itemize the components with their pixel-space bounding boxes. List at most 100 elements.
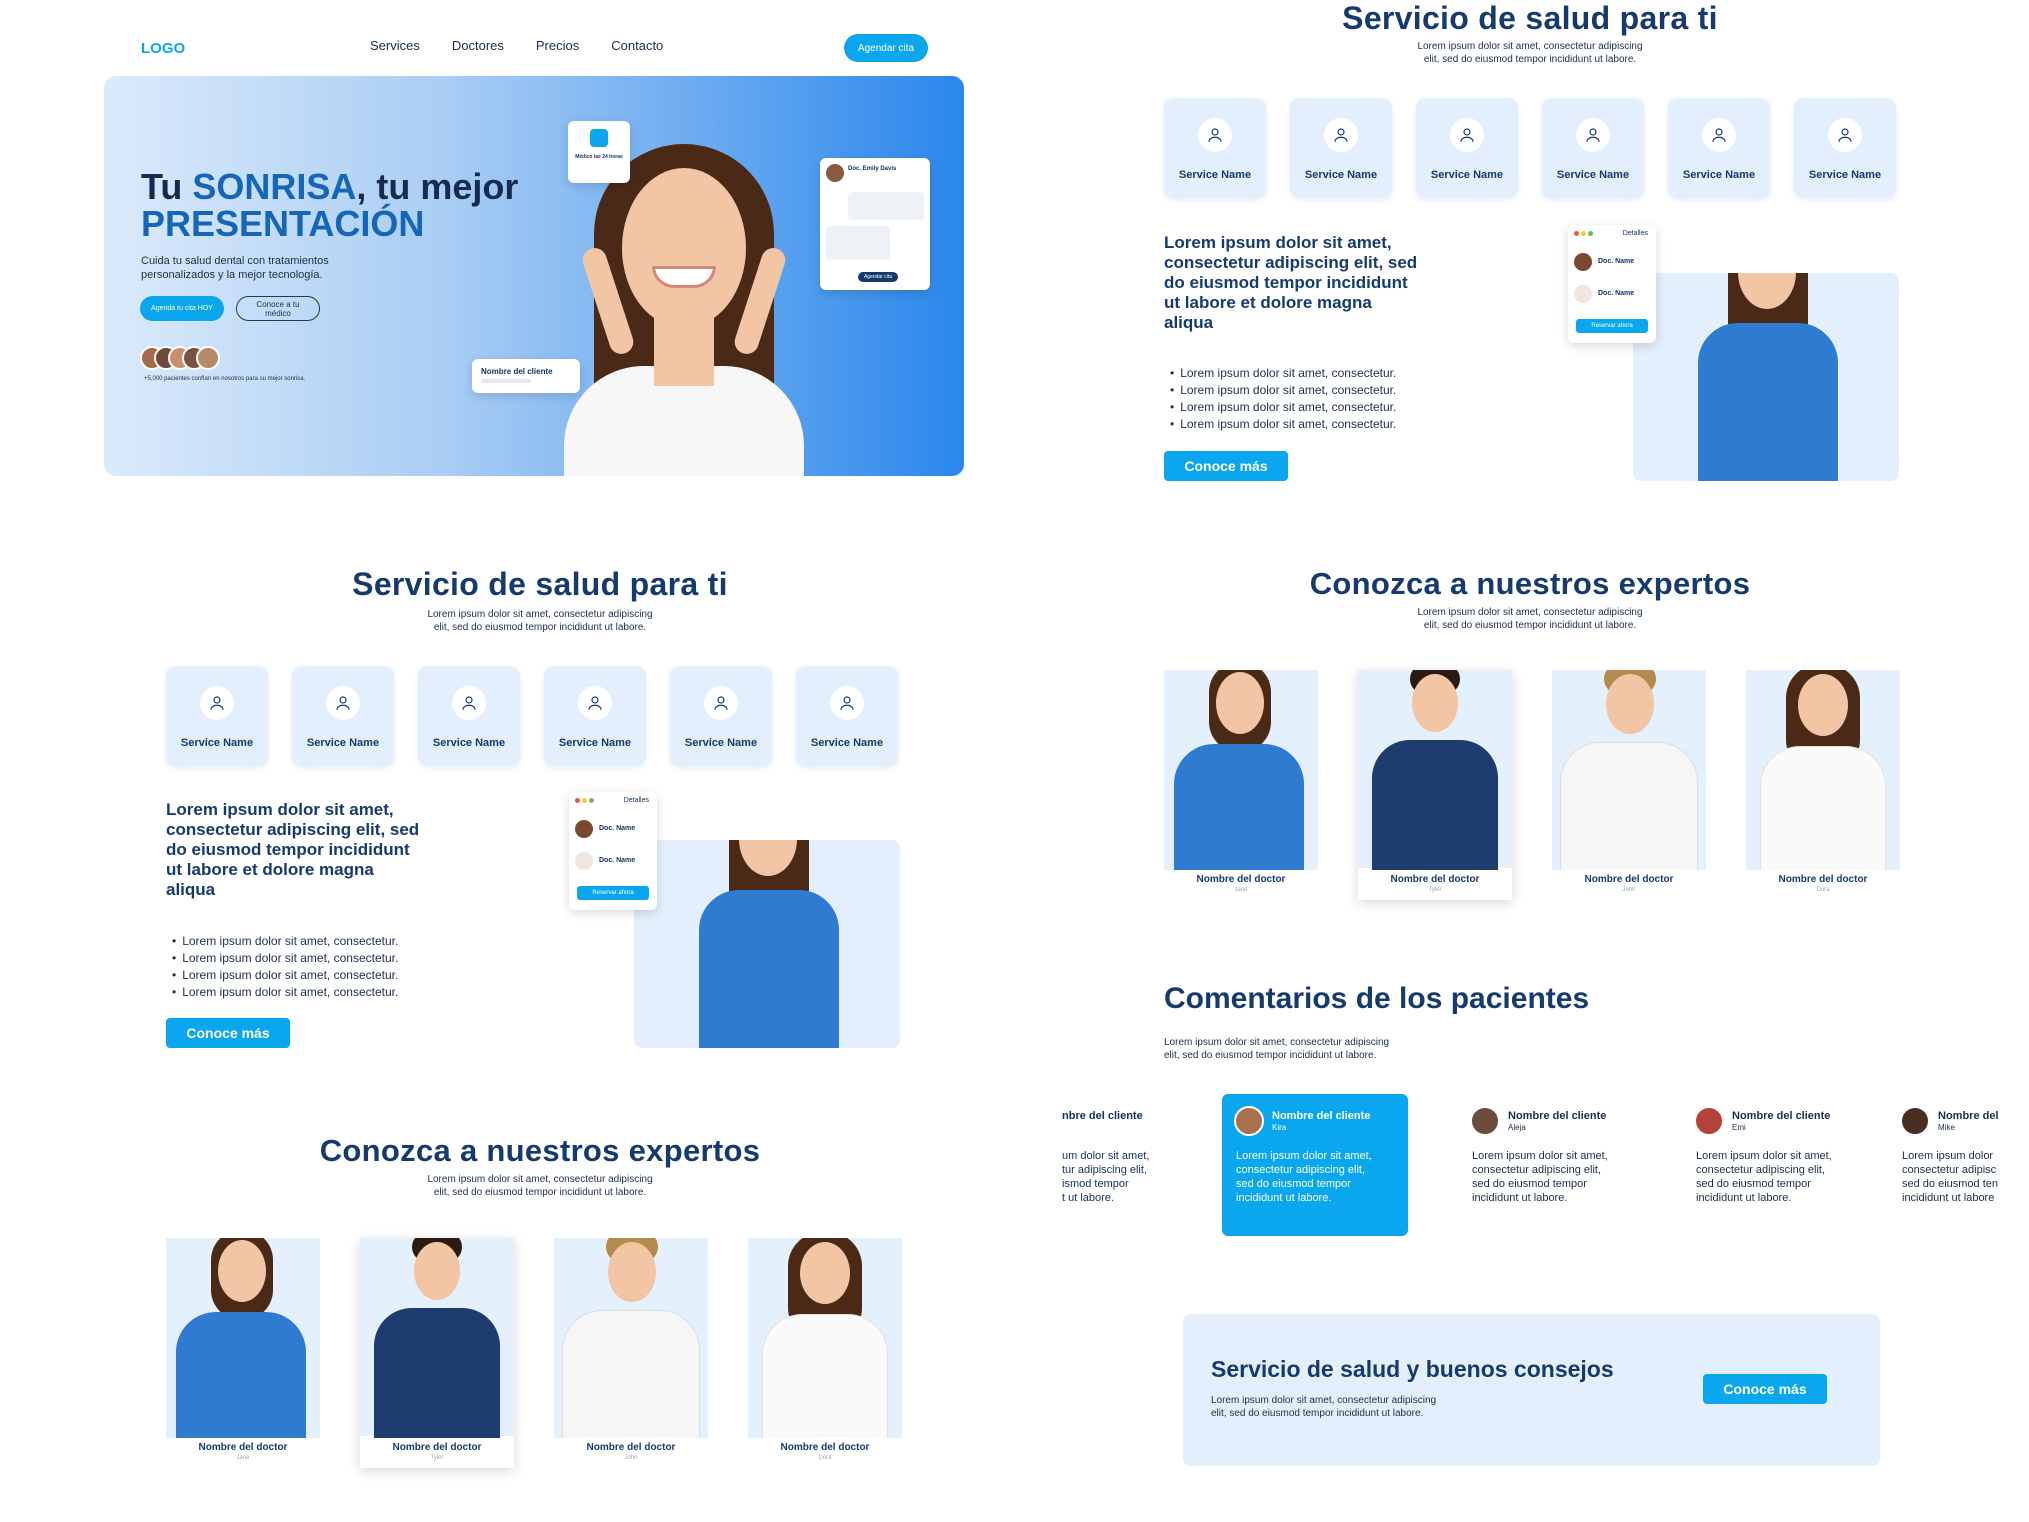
avatar bbox=[1574, 285, 1592, 303]
service-card[interactable]: Service Name bbox=[166, 666, 268, 766]
feature-bullets-left: Lorem ipsum dolor sit amet, consectetur.… bbox=[172, 933, 398, 1001]
hero-avatar-stack bbox=[140, 346, 220, 372]
chat-bubble bbox=[848, 192, 924, 220]
hero-chat-card: Doc. Emily Davis Agendar cita bbox=[820, 158, 930, 290]
service-card[interactable]: Service Name bbox=[1668, 98, 1770, 198]
cta-subtitle: Lorem ipsum dolor sit amet, consectetur … bbox=[1211, 1395, 1437, 1419]
doctor-card[interactable] bbox=[554, 1238, 708, 1438]
service-card[interactable]: Service Name bbox=[418, 666, 520, 766]
doctor-name: Doc. Name bbox=[1598, 258, 1635, 265]
user-icon bbox=[1208, 128, 1222, 142]
doctor-name: Nombre del doctor bbox=[392, 1442, 482, 1453]
experts-subtitle-left: Lorem ipsum dolor sit amet, consectetur … bbox=[427, 1174, 653, 1198]
doctor-card[interactable] bbox=[1552, 670, 1706, 870]
service-card[interactable]: Service Name bbox=[1542, 98, 1644, 198]
comment-card[interactable]: Nombre del c Mike Lorem ipsum dolorconse… bbox=[1888, 1094, 2000, 1239]
nav-link-contacto[interactable]: Contacto bbox=[611, 38, 663, 53]
chat-doctor-name: Doc. Emily Davis bbox=[848, 166, 897, 172]
hero-description: Cuida tu salud dental con tratamientos pe… bbox=[141, 255, 329, 281]
doctor-name: Nombre del doctor bbox=[1196, 874, 1286, 885]
feature-bullets-right: Lorem ipsum dolor sit amet, consectetur.… bbox=[1170, 365, 1396, 433]
doctor-name: Doc. Name bbox=[1598, 290, 1635, 297]
doctor-name: Nombre del doctor bbox=[1390, 874, 1480, 885]
chat-book-button[interactable]: Agendar cita bbox=[858, 272, 898, 282]
doctor-card[interactable] bbox=[1164, 670, 1318, 870]
doctor-subtitle: John bbox=[624, 1455, 638, 1461]
doctor-subtitle: Tyler bbox=[430, 1455, 444, 1461]
user-icon bbox=[210, 696, 224, 710]
service-card[interactable]: Service Name bbox=[796, 666, 898, 766]
service-card[interactable]: Service Name bbox=[1164, 98, 1266, 198]
experts-subtitle-right: Lorem ipsum dolor sit amet, consectetur … bbox=[1417, 607, 1643, 631]
doctor-card[interactable] bbox=[1358, 670, 1512, 900]
feature-more-button-left[interactable]: Conoce más bbox=[166, 1018, 290, 1048]
feature-more-button-right[interactable]: Conoce más bbox=[1164, 451, 1288, 481]
doctor-subtitle: Jane bbox=[236, 1455, 250, 1461]
user-icon bbox=[714, 696, 728, 710]
comment-card[interactable]: Nombre del cliente Emi Lorem ipsum dolor… bbox=[1682, 1094, 1872, 1239]
cta-banner: Servicio de salud y buenos consejos Lore… bbox=[1183, 1314, 1880, 1466]
hero-woman-photo bbox=[504, 116, 864, 476]
services-title-right: Servicio de salud para ti bbox=[1342, 0, 1718, 36]
doctor-card[interactable] bbox=[166, 1238, 320, 1438]
doctor-subtitle: Dora bbox=[818, 1455, 832, 1461]
user-icon bbox=[336, 696, 350, 710]
details-card-left: Detalles Doc. Name Doc. Name Reservar ah… bbox=[569, 792, 657, 910]
details-label: Detalles bbox=[1622, 230, 1648, 237]
doctor-name: Nombre del doctor bbox=[198, 1442, 288, 1453]
nav-link-services[interactable]: Services bbox=[370, 38, 420, 53]
hero-client-card: Nombre del cliente bbox=[472, 359, 580, 393]
comments-carousel: nbre del cliente um dolor sit amet, tur a… bbox=[1062, 1094, 2000, 1244]
experts-row-right: Nombre del doctor Jane Nombre del doctor… bbox=[1164, 670, 1904, 910]
avatar bbox=[1470, 1106, 1500, 1136]
avatar bbox=[575, 852, 593, 870]
doctor-name: Doc. Name bbox=[599, 825, 636, 832]
services-grid-right: Service Name Service Name Service Name S… bbox=[1164, 98, 1904, 198]
user-icon bbox=[1334, 128, 1348, 142]
comment-card[interactable]: nbre del cliente um dolor sit amet, tur a… bbox=[1062, 1094, 1216, 1239]
doctor-card[interactable] bbox=[360, 1238, 514, 1468]
comments-title: Comentarios de los pacientes bbox=[1164, 982, 1590, 1015]
service-card[interactable]: Service Name bbox=[1416, 98, 1518, 198]
client-card-label: Nombre del cliente bbox=[481, 367, 553, 376]
service-card[interactable]: Service Name bbox=[292, 666, 394, 766]
avatar bbox=[1574, 253, 1592, 271]
nav-link-precios[interactable]: Precios bbox=[536, 38, 579, 53]
user-icon bbox=[1712, 128, 1726, 142]
avatar bbox=[575, 820, 593, 838]
avatar bbox=[826, 164, 844, 182]
service-card[interactable]: Service Name bbox=[1794, 98, 1896, 198]
comment-card-active[interactable]: Nombre del cliente Kira Lorem ipsum dolo… bbox=[1222, 1094, 1408, 1236]
doctor-name: Nombre del doctor bbox=[1778, 874, 1868, 885]
experts-title-right: Conozca a nuestros expertos bbox=[1309, 566, 1751, 601]
hero-24h-card: Médico las 24 horas bbox=[568, 121, 630, 183]
avatar bbox=[1234, 1106, 1264, 1136]
doctor-subtitle: Dora bbox=[1816, 887, 1830, 893]
doctor-subtitle: Jane bbox=[1234, 887, 1248, 893]
reserve-button[interactable]: Reservar ahora bbox=[1576, 319, 1648, 333]
user-icon bbox=[1460, 128, 1474, 142]
service-card[interactable]: Service Name bbox=[1290, 98, 1392, 198]
comment-card[interactable]: Nombre del cliente Aleja Lorem ipsum dol… bbox=[1458, 1094, 1648, 1239]
hero-book-button[interactable]: Agenda tu cita HOY bbox=[140, 296, 224, 321]
avatar bbox=[1900, 1106, 1930, 1136]
details-label: Detalles bbox=[623, 797, 649, 804]
details-card-right: Detalles Doc. Name Doc. Name Reservar ah… bbox=[1568, 225, 1656, 343]
nav-logo[interactable]: LOGO bbox=[141, 40, 185, 57]
nav-link-doctores[interactable]: Doctores bbox=[452, 38, 504, 53]
avatar bbox=[196, 346, 220, 370]
service-card[interactable]: Service Name bbox=[544, 666, 646, 766]
cta-more-button[interactable]: Conoce más bbox=[1703, 1374, 1827, 1404]
doctor-card[interactable] bbox=[1746, 670, 1900, 870]
user-icon bbox=[1838, 128, 1852, 142]
feature-photo-bg-right bbox=[1633, 273, 1899, 481]
doctor-card[interactable] bbox=[748, 1238, 902, 1438]
services-title-left: Servicio de salud para ti bbox=[352, 566, 728, 602]
services-subtitle-left: Lorem ipsum dolor sit amet, consectetur … bbox=[427, 609, 653, 633]
nav-cta-button[interactable]: Agendar cita bbox=[844, 34, 928, 62]
hero-24h-label: Médico las 24 horas bbox=[575, 154, 623, 160]
doctor-subtitle: John bbox=[1622, 887, 1636, 893]
reserve-button[interactable]: Reservar ahora bbox=[577, 886, 649, 900]
hero-meet-doctor-button[interactable]: Conoce a tu médico bbox=[236, 296, 320, 321]
service-card[interactable]: Service Name bbox=[670, 666, 772, 766]
